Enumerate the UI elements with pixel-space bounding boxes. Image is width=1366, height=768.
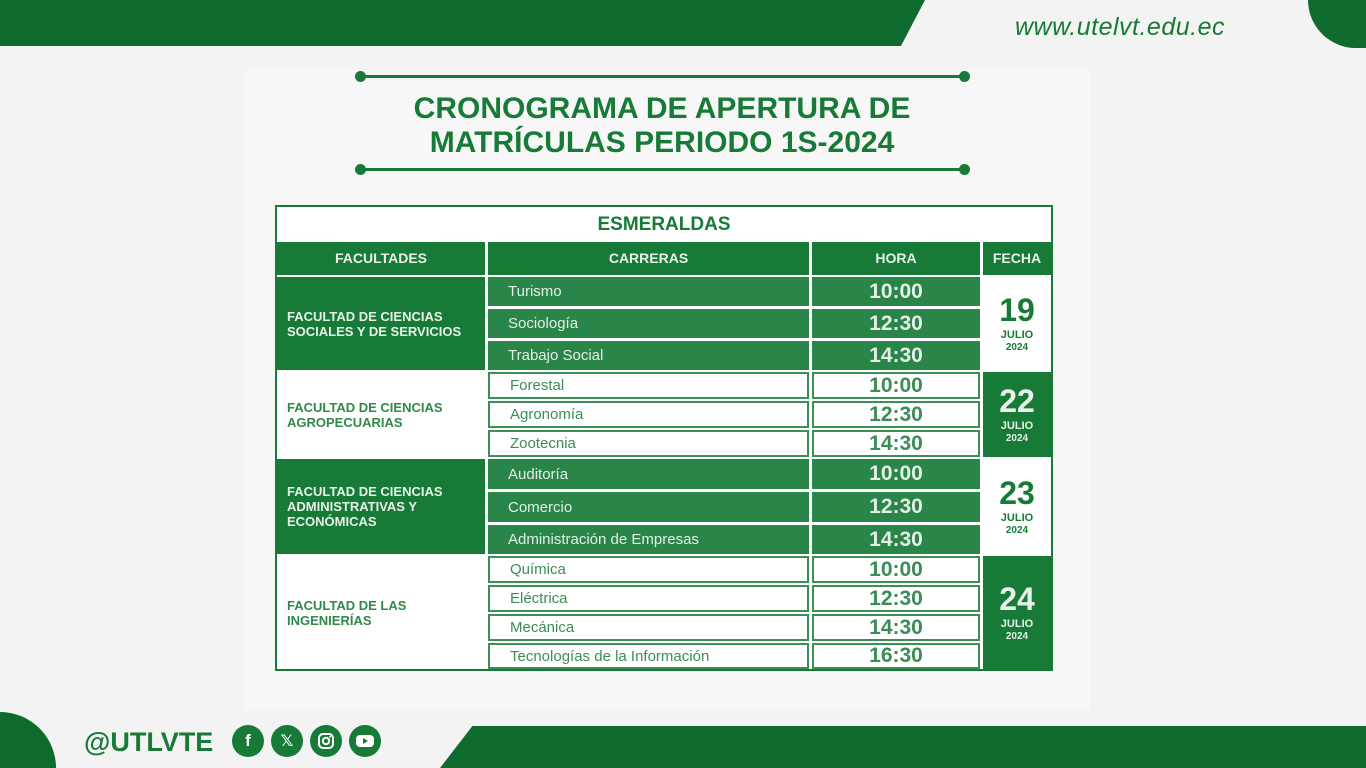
date-day: 24 [999, 580, 1035, 617]
career-cell: Administración de Empresas [488, 525, 809, 554]
header-fecha: FECHA [983, 242, 1051, 275]
faculty-cell: FACULTAD DE CIENCIAS SOCIALES Y DE SERVI… [277, 277, 485, 370]
x-icon[interactable]: 𝕏 [271, 725, 303, 757]
career-cell: Tecnologías de la Información [488, 643, 809, 669]
career-cell: Zootecnia [488, 430, 809, 457]
bottom-banner [440, 726, 1366, 768]
hour-cell: 14:30 [812, 614, 980, 641]
faculty-cell: FACULTAD DE CIENCIAS AGROPECUARIAS [277, 372, 485, 457]
website-url: www.utelvt.edu.ec [1015, 13, 1225, 41]
career-cell: Sociología [488, 309, 809, 338]
instagram-glyph [318, 733, 334, 749]
date-day: 19 [999, 291, 1035, 328]
career-cell: Trabajo Social [488, 341, 809, 370]
social-handle: @UTLVTE [84, 727, 214, 757]
header-hora: HORA [812, 242, 980, 275]
hour-cell: 14:30 [812, 525, 980, 554]
top-banner [0, 0, 925, 46]
date-badge: 19 JULIO 2024 [983, 277, 1051, 370]
date-year: 2024 [1005, 432, 1029, 444]
date-year: 2024 [1005, 524, 1029, 536]
poster-title-line-1: CRONOGRAMA DE APERTURA DE [413, 92, 911, 125]
date-badge: 24 JULIO 2024 [983, 556, 1051, 669]
career-cell: Química [488, 556, 809, 583]
title-divider-bottom [355, 164, 970, 175]
hour-cell: 16:30 [812, 643, 980, 669]
faculty-cell: FACULTAD DE LAS INGENIERÍAS [277, 556, 485, 669]
date-month: JULIO [1000, 328, 1034, 341]
header-facultades: FACULTADES [277, 242, 485, 275]
date-month: JULIO [1000, 617, 1034, 630]
hour-cell: 10:00 [812, 277, 980, 306]
hour-cell: 12:30 [812, 585, 980, 612]
hour-cell: 12:30 [812, 309, 980, 338]
date-day: 23 [999, 474, 1035, 511]
hour-cell: 12:30 [812, 492, 980, 522]
faculty-cell: FACULTAD DE CIENCIAS ADMINISTRATIVAS Y E… [277, 459, 485, 554]
header-carreras: CARRERAS [488, 242, 809, 275]
campus-name: ESMERALDAS [597, 214, 731, 235]
date-badge: 23 JULIO 2024 [983, 459, 1051, 554]
youtube-glyph [356, 735, 374, 747]
youtube-icon[interactable] [349, 725, 381, 757]
hour-cell: 10:00 [812, 556, 980, 583]
career-cell: Mecánica [488, 614, 809, 641]
date-month: JULIO [1000, 511, 1034, 524]
bottom-corner-decoration [0, 712, 56, 768]
date-day: 22 [999, 382, 1035, 419]
poster-title-line-2: MATRÍCULAS PERIODO 1S-2024 [429, 126, 895, 159]
date-badge: 22 JULIO 2024 [983, 372, 1051, 457]
facebook-icon[interactable]: f [232, 725, 264, 757]
date-year: 2024 [1005, 341, 1029, 353]
top-corner-decoration [1308, 0, 1366, 48]
hour-cell: 10:00 [812, 459, 980, 489]
hour-cell: 10:00 [812, 372, 980, 399]
career-cell: Comercio [488, 492, 809, 522]
hour-cell: 12:30 [812, 401, 980, 428]
career-cell: Forestal [488, 372, 809, 399]
career-cell: Turismo [488, 277, 809, 306]
career-cell: Agronomía [488, 401, 809, 428]
career-cell: Auditoría [488, 459, 809, 489]
date-year: 2024 [1005, 630, 1029, 642]
date-month: JULIO [1000, 419, 1034, 432]
instagram-icon[interactable] [310, 725, 342, 757]
title-divider-top [355, 71, 970, 82]
career-cell: Eléctrica [488, 585, 809, 612]
hour-cell: 14:30 [812, 430, 980, 457]
hour-cell: 14:30 [812, 341, 980, 370]
